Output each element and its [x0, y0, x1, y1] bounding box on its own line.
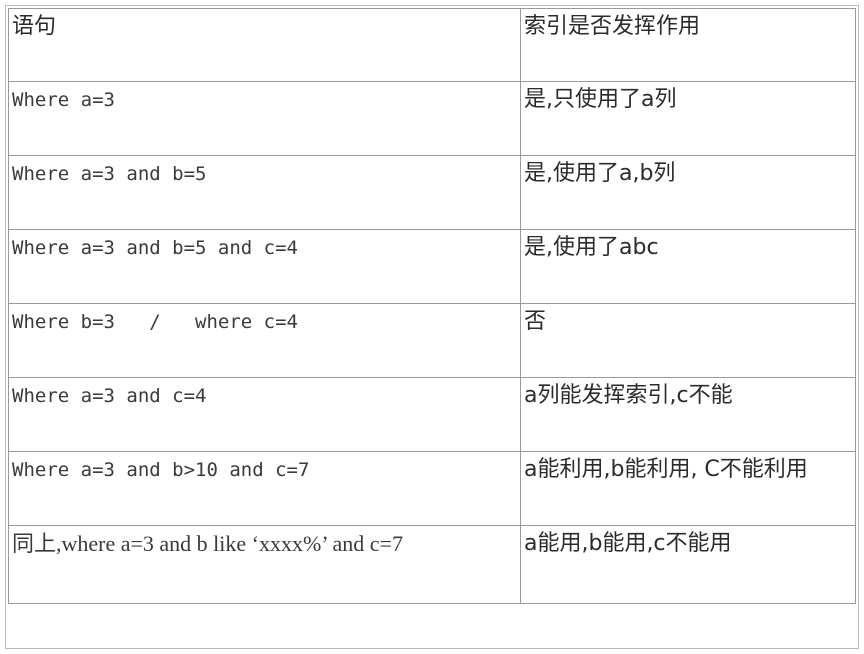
- header-statement: 语句: [8, 8, 521, 82]
- index-usage-table: 语句 索引是否发挥作用 Where a=3 是,只使用了a列 Where a=3…: [8, 8, 856, 604]
- statement-cell: 同上,where a=3 and b like ‘xxxx%’ and c=7: [8, 526, 521, 604]
- table-header-row: 语句 索引是否发挥作用: [8, 8, 856, 82]
- table-row: Where a=3 and b>10 and c=7 a能利用,b能利用, C不…: [8, 452, 856, 526]
- statement-cell: Where a=3 and b>10 and c=7: [8, 452, 521, 526]
- statement-cell: Where a=3: [8, 82, 521, 156]
- header-index-effect: 索引是否发挥作用: [521, 8, 856, 82]
- table-frame: 语句 索引是否发挥作用 Where a=3 是,只使用了a列 Where a=3…: [5, 5, 859, 649]
- result-cell: 是,只使用了a列: [521, 82, 856, 156]
- result-cell: a能利用,b能利用, C不能利用: [521, 452, 856, 526]
- result-cell: a列能发挥索引,c不能: [521, 378, 856, 452]
- statement-cell: Where b=3 / where c=4: [8, 304, 521, 378]
- table-row: Where a=3 and b=5 and c=4 是,使用了abc: [8, 230, 856, 304]
- result-cell: a能用,b能用,c不能用: [521, 526, 856, 604]
- statement-cell: Where a=3 and b=5: [8, 156, 521, 230]
- table-row: 同上,where a=3 and b like ‘xxxx%’ and c=7 …: [8, 526, 856, 604]
- statement-cell: Where a=3 and b=5 and c=4: [8, 230, 521, 304]
- table-row: Where a=3 and b=5 是,使用了a,b列: [8, 156, 856, 230]
- table-row: Where b=3 / where c=4 否: [8, 304, 856, 378]
- table-row: Where a=3 and c=4 a列能发挥索引,c不能: [8, 378, 856, 452]
- statement-cell: Where a=3 and c=4: [8, 378, 521, 452]
- result-cell: 否: [521, 304, 856, 378]
- table-row: Where a=3 是,只使用了a列: [8, 82, 856, 156]
- result-cell: 是,使用了abc: [521, 230, 856, 304]
- result-cell: 是,使用了a,b列: [521, 156, 856, 230]
